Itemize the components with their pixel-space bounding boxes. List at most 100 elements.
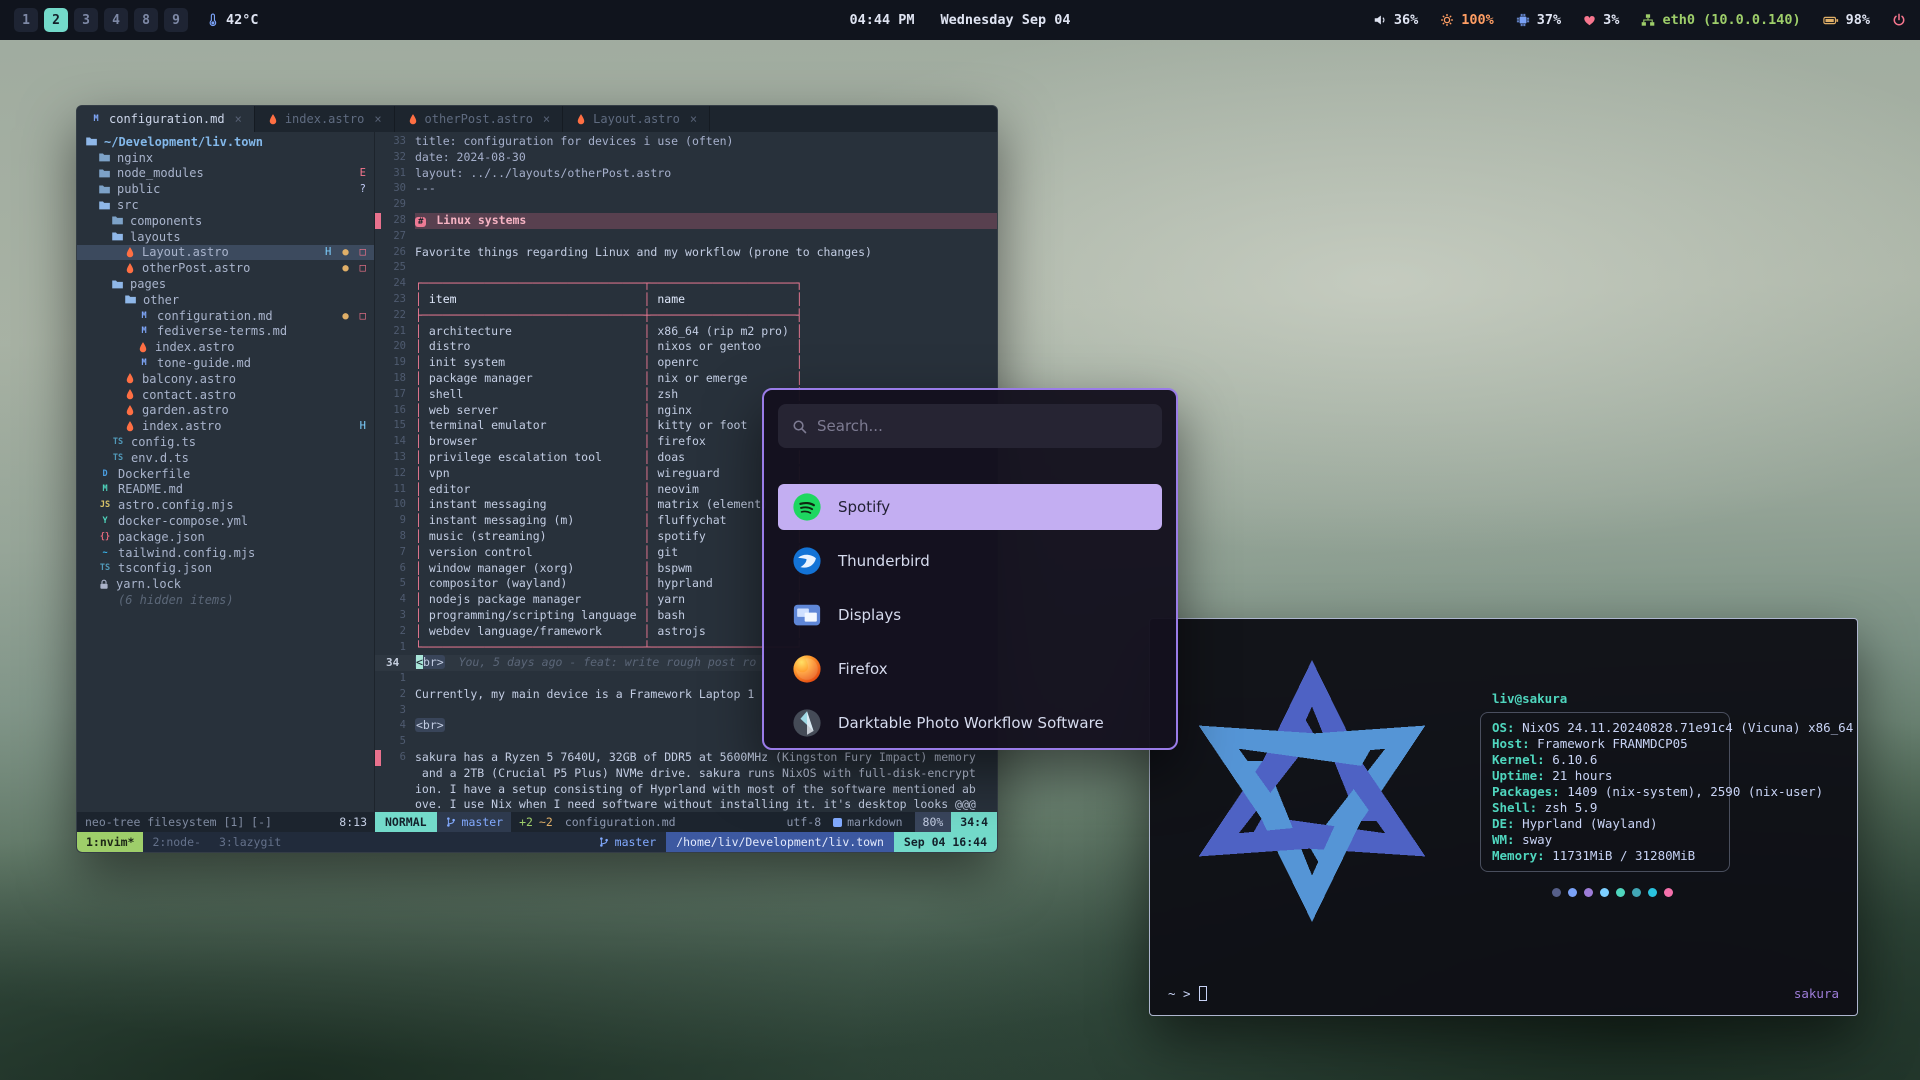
tree-item-label: src	[117, 198, 139, 212]
search-box[interactable]	[778, 404, 1162, 448]
tree-item-configuration-md[interactable]: Mconfiguration.md●□	[77, 308, 374, 324]
tab-layout-astro[interactable]: Layout.astro×	[563, 106, 710, 132]
launcher-item-displays[interactable]: Displays	[778, 592, 1162, 638]
tree-item-layouts[interactable]: layouts	[77, 229, 374, 245]
tree-item-public[interactable]: public?	[77, 181, 374, 197]
tree-item-index-astro[interactable]: index.astro	[77, 339, 374, 355]
tree-item-6-hidden-items[interactable]: (6 hidden items)	[77, 592, 374, 608]
tree-item-tailwind-config-mjs[interactable]: ~tailwind.config.mjs	[77, 545, 374, 561]
tree-item-label: public	[117, 182, 160, 196]
workspace-9[interactable]: 9	[164, 8, 188, 32]
tree-item-env-d-ts[interactable]: TSenv.d.ts	[77, 450, 374, 466]
launcher-item-thunderbird[interactable]: Thunderbird	[778, 538, 1162, 584]
tree-item-pages[interactable]: pages	[77, 276, 374, 292]
tree-item-label: config.ts	[131, 435, 196, 449]
tab-configuration-md[interactable]: Mconfiguration.md×	[77, 106, 255, 132]
tree-item-package-json[interactable]: {}package.json	[77, 529, 374, 545]
folder-icon	[111, 230, 124, 243]
tree-item-yarn-lock[interactable]: yarn.lock	[77, 576, 374, 592]
astro-icon	[137, 341, 149, 354]
workspace-3[interactable]: 3	[74, 8, 98, 32]
tab-otherpost-astro[interactable]: otherPost.astro ×	[395, 106, 564, 132]
tmux-window-2-node[interactable]: 2:node-	[143, 832, 209, 852]
tree-item-contact-astro[interactable]: contact.astro	[77, 387, 374, 403]
cpu-module[interactable]: 3%	[1583, 12, 1619, 28]
thermometer-icon	[206, 13, 219, 27]
network-value: eth0 (10.0.0.140)	[1662, 12, 1800, 28]
workspace-4[interactable]: 4	[104, 8, 128, 32]
close-icon[interactable]: ×	[690, 112, 697, 126]
tree-item-layout-astro[interactable]: Layout.astroH●□	[77, 245, 374, 261]
search-input[interactable]	[817, 417, 1148, 435]
tree-item-other[interactable]: other	[77, 292, 374, 308]
tree-item-config-ts[interactable]: TSconfig.ts	[77, 434, 374, 450]
palette-dot	[1664, 888, 1673, 897]
tree-item-astro-config-mjs[interactable]: JSastro.config.mjs	[77, 497, 374, 513]
tree-item-readme-md[interactable]: MREADME.md	[77, 482, 374, 498]
statusline-filetype: markdown	[833, 815, 902, 829]
astro-icon	[124, 404, 136, 417]
folder-icon	[111, 278, 124, 291]
tree-item-badge: □	[360, 262, 366, 274]
tree-item-label: balcony.astro	[142, 372, 236, 386]
power-button[interactable]	[1892, 13, 1906, 27]
tmux-window-3-lazygit[interactable]: 3:lazygit	[210, 832, 290, 852]
launcher-item-darktable-photo-workflow-software[interactable]: Darktable Photo Workflow Software	[778, 700, 1162, 746]
close-icon[interactable]: ×	[374, 112, 381, 126]
tab-index-astro[interactable]: index.astro×	[255, 106, 395, 132]
tree-item-label: index.astro	[142, 419, 221, 433]
tree-item-components[interactable]: components	[77, 213, 374, 229]
brightness-value: 100%	[1461, 12, 1494, 28]
tree-item-docker-compose-yml[interactable]: Ydocker-compose.yml	[77, 513, 374, 529]
md-icon: M	[89, 114, 103, 124]
clock[interactable]: 04:44 PM	[849, 12, 914, 28]
tree-item-node-modules[interactable]: node_modulesE	[77, 166, 374, 182]
tree-item-development-liv-town[interactable]: ~/Development/liv.town	[77, 134, 374, 150]
tree-item-label: env.d.ts	[131, 451, 189, 465]
tree-item-fediverse-terms-md[interactable]: Mfediverse-terms.md	[77, 324, 374, 340]
tree-item-nginx[interactable]: nginx	[77, 150, 374, 166]
launcher-item-firefox[interactable]: Firefox	[778, 646, 1162, 692]
tree-item-badge: ●	[342, 246, 348, 258]
shell-prompt[interactable]: ~ >	[1168, 986, 1207, 1001]
tree-item-garden-astro[interactable]: garden.astro	[77, 403, 374, 419]
fetch-field-wm: WM: sway	[1492, 832, 1729, 848]
volume-module[interactable]: 36%	[1373, 12, 1418, 28]
tree-item-otherpost-astro[interactable]: otherPost.astro●□	[77, 260, 374, 276]
workspace-8[interactable]: 8	[134, 8, 158, 32]
md-icon: M	[137, 311, 151, 321]
fetch-field-kernel: Kernel: 6.10.6	[1492, 752, 1729, 768]
firefox-icon	[792, 654, 822, 684]
workspace-1[interactable]: 1	[14, 8, 38, 32]
temperature-module[interactable]: 42°C	[206, 12, 259, 28]
tmux-window-1-nvim[interactable]: 1:nvim*	[77, 832, 143, 852]
tree-item-dockerfile[interactable]: DDockerfile	[77, 466, 374, 482]
tmux-datetime: Sep 04 16:44	[894, 832, 997, 852]
tree-item-index-astro[interactable]: index.astroH	[77, 418, 374, 434]
close-icon[interactable]: ×	[235, 112, 242, 126]
date[interactable]: Wednesday Sep 04	[940, 12, 1070, 28]
launcher-item-label: Firefox	[838, 660, 888, 678]
tmux-path: /home/liv/Development/liv.town	[666, 832, 894, 852]
launcher-item-spotify[interactable]: Spotify	[778, 484, 1162, 530]
workspaces: 123489	[14, 8, 188, 32]
tree-item-tsconfig-json[interactable]: TStsconfig.json	[77, 561, 374, 577]
folder-icon	[124, 293, 137, 306]
tree-item-tone-guide-md[interactable]: Mtone-guide.md	[77, 355, 374, 371]
status-bar: 123489 42°C 04:44 PM Wednesday Sep 04 36…	[0, 0, 1920, 40]
palette-dot	[1616, 888, 1625, 897]
tree-item-balcony-astro[interactable]: balcony.astro	[77, 371, 374, 387]
brightness-module[interactable]: 100%	[1440, 12, 1494, 28]
network-module[interactable]: eth0 (10.0.0.140)	[1641, 12, 1800, 28]
terminal-session-name: sakura	[1794, 986, 1839, 1001]
memory-module[interactable]: 37%	[1516, 12, 1561, 28]
workspace-2[interactable]: 2	[44, 8, 68, 32]
close-icon[interactable]: ×	[543, 112, 550, 126]
battery-module[interactable]: 98%	[1823, 12, 1870, 28]
battery-value: 98%	[1846, 12, 1870, 28]
spotify-icon	[792, 492, 822, 522]
fetch-field-de: DE: Hyprland (Wayland)	[1492, 816, 1729, 832]
tab-label: otherPost.astro	[425, 112, 533, 126]
tree-item-src[interactable]: src	[77, 197, 374, 213]
tree-item-label: fediverse-terms.md	[157, 324, 287, 338]
